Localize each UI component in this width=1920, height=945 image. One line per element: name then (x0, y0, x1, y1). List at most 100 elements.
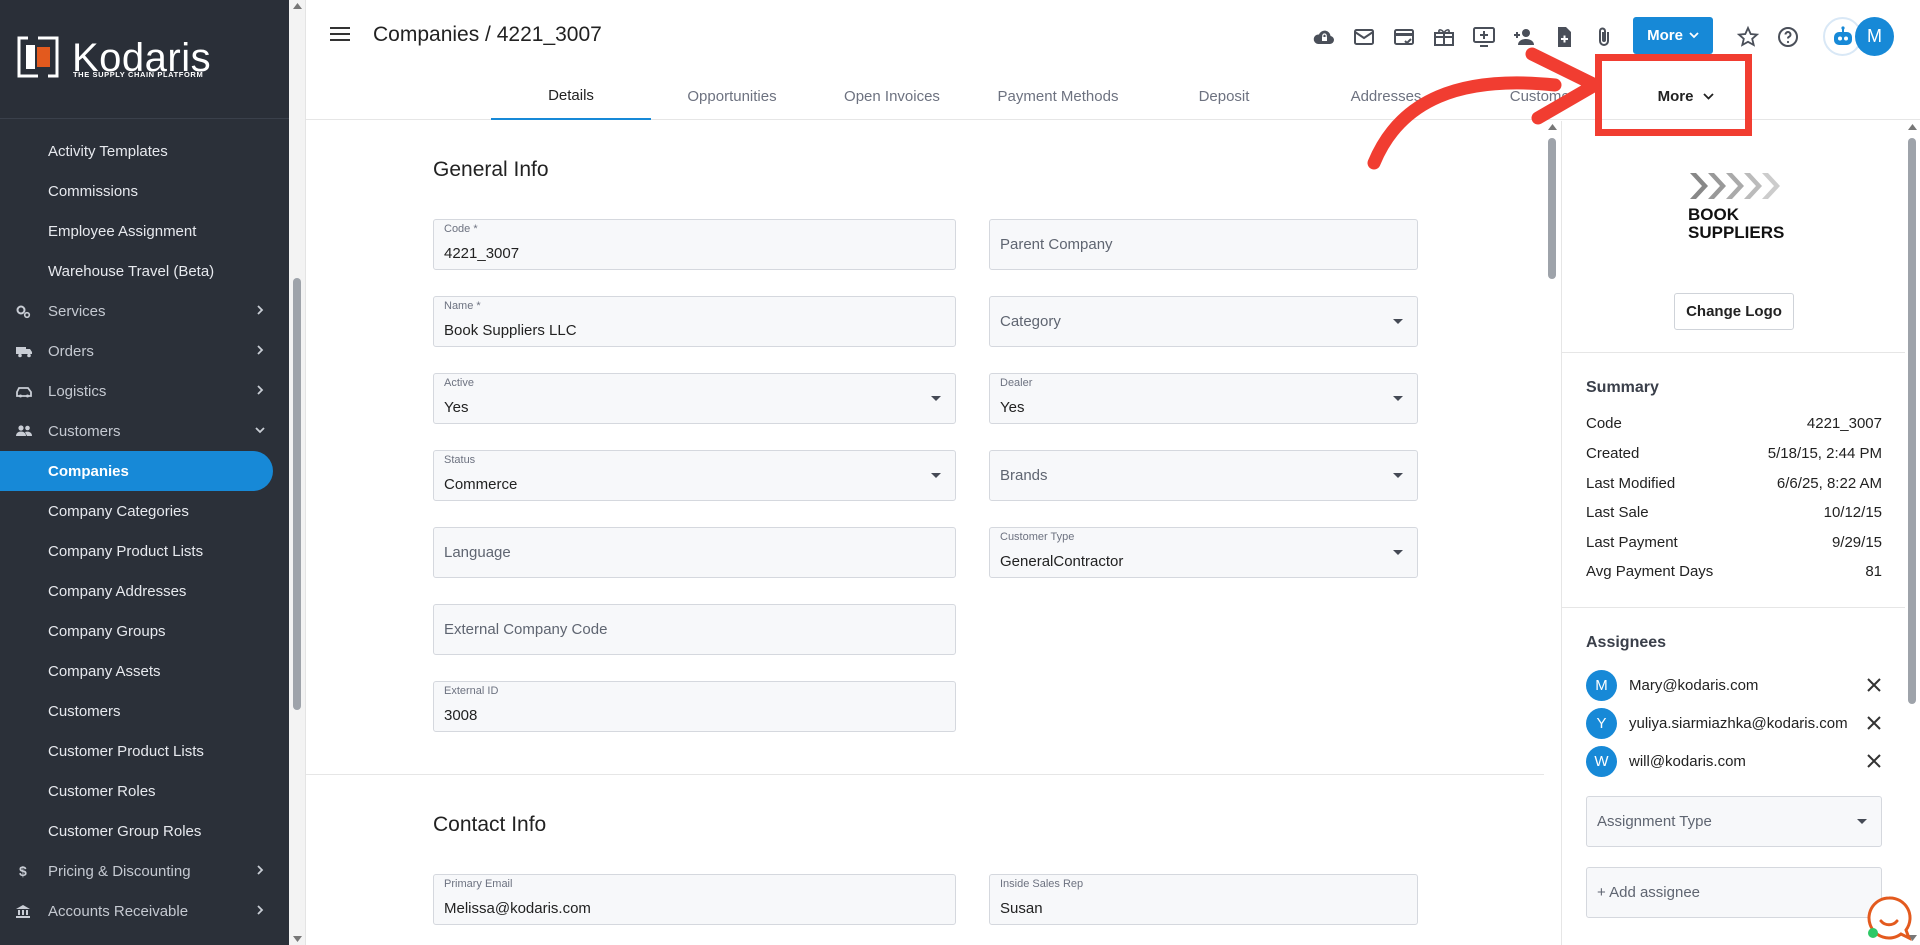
panel-divider (1562, 607, 1905, 608)
page-title: Companies / 4221_3007 (373, 23, 602, 46)
car-icon (15, 383, 32, 399)
summary-value: 6/6/25, 8:22 AM (1776, 474, 1882, 492)
sidebar-item-label: Company Assets (48, 662, 161, 680)
assignee-row: Y yuliya.siarmiazhka@kodaris.com (1586, 704, 1882, 742)
sidebar-item-company-addresses[interactable]: Company Addresses (0, 571, 289, 611)
assignee-email: Mary@kodaris.com (1629, 676, 1759, 694)
sidebar-item-label: Employee Assignment (48, 222, 197, 240)
assignment-type-select[interactable]: Assignment Type (1586, 796, 1882, 847)
sidebar-item-customer-group-roles[interactable]: Customer Group Roles (0, 811, 289, 851)
sidebar-item-customer-product-lists[interactable]: Customer Product Lists (0, 731, 289, 771)
category-placeholder: Category (1000, 313, 1061, 330)
add-assignee-input[interactable]: + Add assignee (1586, 867, 1882, 918)
sidebar-item-activity-templates[interactable]: Activity Templates (0, 131, 289, 171)
customer-type-select[interactable]: Customer Type GeneralContractor (989, 527, 1418, 578)
tab-payment-methods[interactable]: Payment Methods (972, 72, 1144, 120)
customer-type-label: Customer Type (1000, 531, 1075, 543)
caret-down-icon (931, 473, 941, 478)
sidebar-item-label: Companies (48, 462, 129, 480)
active-select[interactable]: Active Yes (433, 373, 956, 424)
parent-company-field[interactable]: Parent Company (989, 219, 1418, 270)
assignee-avatar: W (1586, 745, 1617, 777)
primary-email-value: Melissa@kodaris.com (444, 900, 591, 917)
status-select[interactable]: Status Commerce (433, 450, 956, 501)
sidebar-item-label: Customer Group Roles (48, 822, 202, 840)
annotation-highlight-box (1595, 54, 1752, 136)
sidebar-item-customers[interactable]: Customers (0, 411, 289, 451)
company-logo: BOOK SUPPLIERS (1674, 171, 1794, 251)
brands-placeholder: Brands (1000, 467, 1048, 484)
sidebar-item-company-categories[interactable]: Company Categories (0, 491, 289, 531)
menu-icon[interactable] (330, 26, 350, 42)
sidebar: Kodaris THE SUPPLY CHAIN PLATFORM Activi… (0, 0, 289, 945)
external-id-field[interactable]: External ID 3008 (433, 681, 956, 732)
sidebar-item-customer-roles[interactable]: Customer Roles (0, 771, 289, 811)
sidebar-item-accounts-receivable[interactable]: Accounts Receivable (0, 891, 289, 931)
external-company-code-field[interactable]: External Company Code (433, 604, 956, 655)
sidebar-scrollbar[interactable] (289, 0, 306, 945)
assignee-row: M Mary@kodaris.com (1586, 666, 1882, 704)
sidebar-item-company-groups[interactable]: Company Groups (0, 611, 289, 651)
main-scrollbar[interactable] (1544, 121, 1560, 945)
tab-opportunities[interactable]: Opportunities (652, 72, 812, 120)
sidebar-item-pricing-discounting[interactable]: $ Pricing & Discounting (0, 851, 289, 891)
summary-row: Last Modified 6/6/25, 8:22 AM (1586, 468, 1882, 498)
panel-scrollbar[interactable] (1904, 121, 1920, 945)
customer-type-value: GeneralContractor (1000, 553, 1124, 570)
kodaris-logo-icon[interactable] (17, 36, 59, 78)
change-logo-button[interactable]: Change Logo (1674, 293, 1794, 330)
remove-assignee-icon[interactable] (1866, 753, 1882, 769)
help-icon[interactable] (1776, 25, 1800, 49)
scroll-up-icon[interactable] (1908, 124, 1917, 130)
sidebar-item-company-assets[interactable]: Company Assets (0, 651, 289, 691)
add-assignee-placeholder: + Add assignee (1597, 884, 1701, 901)
language-field[interactable]: Language (433, 527, 956, 578)
sidebar-scroll-thumb[interactable] (293, 278, 301, 710)
sidebar-item-services[interactable]: Services (0, 291, 289, 331)
sidebar-item-orders[interactable]: Orders (0, 331, 289, 371)
tab-deposit[interactable]: Deposit (1144, 72, 1304, 120)
remove-assignee-icon[interactable] (1866, 677, 1882, 693)
sidebar-item-commissions[interactable]: Commissions (0, 171, 289, 211)
sidebar-item-companies[interactable]: Companies (0, 451, 289, 491)
inside-sales-rep-field[interactable]: Inside Sales Rep Susan (989, 874, 1418, 925)
status-value: Commerce (444, 476, 518, 493)
brands-select[interactable]: Brands (989, 450, 1418, 501)
star-icon[interactable] (1736, 25, 1760, 49)
sidebar-item-label: Customer Product Lists (48, 742, 204, 760)
sidebar-item-employee-assignment[interactable]: Employee Assignment (0, 211, 289, 251)
code-field[interactable]: Code * 4221_3007 (433, 219, 956, 270)
bank-icon (15, 903, 31, 919)
summary-value: 81 (1865, 562, 1882, 580)
sidebar-item-warehouse-travel-beta[interactable]: Warehouse Travel (Beta) (0, 251, 289, 291)
sidebar-item-company-product-lists[interactable]: Company Product Lists (0, 531, 289, 571)
sidebar-item-customers[interactable]: Customers (0, 691, 289, 731)
name-field[interactable]: Name * Book Suppliers LLC (433, 296, 956, 347)
sidebar-item-label: Warehouse Travel (Beta) (48, 262, 215, 280)
chevron-down-icon (255, 427, 265, 434)
tab-open-invoices[interactable]: Open Invoices (812, 72, 972, 120)
code-label: Code * (444, 223, 478, 235)
tab-details[interactable]: Details (491, 72, 651, 120)
truck-icon (15, 343, 32, 359)
dealer-select[interactable]: Dealer Yes (989, 373, 1418, 424)
category-select[interactable]: Category (989, 296, 1418, 347)
more-button[interactable]: More (1633, 17, 1713, 54)
cloud-lock-icon[interactable] (1312, 25, 1336, 49)
summary-label: Code (1586, 414, 1622, 432)
panel-divider (1562, 352, 1905, 353)
chevron-right-icon (257, 305, 264, 315)
scroll-up-icon[interactable] (293, 3, 302, 9)
remove-assignee-icon[interactable] (1866, 715, 1882, 731)
chevron-right-icon (257, 385, 264, 395)
summary-label: Last Modified (1586, 474, 1676, 492)
assignee-email: will@kodaris.com (1629, 752, 1746, 770)
user-avatar[interactable]: M (1855, 17, 1894, 56)
chat-support-icon[interactable] (1866, 895, 1912, 941)
scroll-down-icon[interactable] (293, 936, 302, 942)
summary-row: Avg Payment Days 81 (1586, 556, 1882, 586)
sidebar-item-logistics[interactable]: Logistics (0, 371, 289, 411)
panel-scroll-thumb[interactable] (1908, 138, 1916, 704)
external-company-code-placeholder: External Company Code (444, 621, 608, 638)
primary-email-field[interactable]: Primary Email Melissa@kodaris.com (433, 874, 956, 925)
